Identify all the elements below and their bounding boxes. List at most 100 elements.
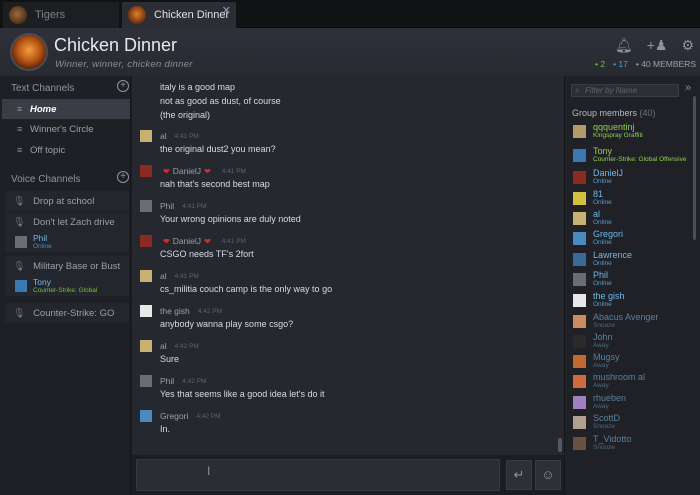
member-status: Away xyxy=(593,382,609,389)
message-author[interactable]: DanielJ xyxy=(173,166,201,176)
message-time: 4:42 PM xyxy=(197,307,222,315)
group-members-label: Group members xyxy=(572,108,638,118)
group-members-header: Group members (40) xyxy=(572,108,656,118)
voice-user-status: Online xyxy=(33,242,52,250)
voice-channels-label: Voice Channels xyxy=(11,174,81,185)
message-text: not as good as dust, of course xyxy=(160,96,281,106)
add-voice-channel-icon[interactable]: + xyxy=(117,171,129,183)
message-header: the gish 4:42 PM xyxy=(140,305,222,317)
member-status: Counter-Strike: Global Offensive xyxy=(593,156,687,163)
channel-off-topic[interactable]: ≡ Off topic xyxy=(2,140,130,160)
member-item[interactable]: mushroom al Away xyxy=(573,372,695,392)
voice-channel-label: Don't let Zach drive xyxy=(33,216,115,228)
member-item[interactable]: qqquentinj Kingspray Graffiti xyxy=(573,122,695,142)
tab-tigers[interactable]: Tigers xyxy=(3,2,119,28)
emoticon-icon[interactable]: ☺ xyxy=(535,460,561,490)
message-author[interactable]: Gregori xyxy=(160,411,188,421)
message-time: 4:41 PM xyxy=(182,202,207,210)
member-item[interactable]: DanielJ Online xyxy=(573,168,695,188)
message-text: In. xyxy=(160,424,171,434)
channel-icon: ≡ xyxy=(17,145,23,155)
message-author[interactable]: al xyxy=(160,131,167,141)
member-item[interactable]: Tony Counter-Strike: Global Offensive xyxy=(573,146,695,166)
avatar xyxy=(140,200,152,212)
member-status: Online xyxy=(593,219,612,226)
message-author[interactable]: al xyxy=(160,341,167,351)
message-author[interactable]: DanielJ xyxy=(173,236,201,246)
chat-scrollbar[interactable] xyxy=(558,438,562,452)
member-item[interactable]: 81 Online xyxy=(573,189,695,209)
avatar xyxy=(573,149,586,162)
message-text: the original dust2 you mean? xyxy=(160,144,276,154)
member-item[interactable]: ScottD Snooze xyxy=(573,413,695,433)
member-item[interactable]: the gish Online xyxy=(573,291,695,311)
close-icon[interactable]: ✕ xyxy=(222,4,231,17)
tab-chicken-dinner[interactable]: Chicken Dinner ✕ xyxy=(122,2,236,28)
avatar xyxy=(573,294,586,307)
member-status: Snooze xyxy=(593,322,616,329)
voice-channel-counter-strike-go[interactable]: 🎙︎ Counter-Strike: GO xyxy=(5,303,129,323)
voice-channel-label: Counter-Strike: GO xyxy=(33,307,115,319)
member-item[interactable]: Mugsy Away xyxy=(573,352,695,372)
channel-label: Home xyxy=(30,103,57,115)
channel-winners-circle[interactable]: ≡ Winner's Circle xyxy=(2,119,130,139)
heart-icon: ❤︎ xyxy=(204,236,211,246)
member-item[interactable]: T_Vidotto Snooze xyxy=(573,434,695,454)
member-name: Lawrence xyxy=(593,250,633,260)
voice-user[interactable]: Tony Counter-Strike: Global xyxy=(5,276,129,296)
channel-label: Winner's Circle xyxy=(30,123,94,135)
online-count: • 17 xyxy=(613,59,628,69)
message-author[interactable]: al xyxy=(160,271,167,281)
avatar xyxy=(140,410,152,422)
member-name: 81 xyxy=(593,189,604,199)
send-icon[interactable]: ↵ xyxy=(506,460,532,490)
bell-icon[interactable]: 🔔︎ xyxy=(615,37,633,54)
message-author[interactable]: Phil xyxy=(160,376,174,386)
voice-channel-drop-at-school[interactable]: 🎙︎ Drop at school xyxy=(5,191,129,211)
voice-channel-dont-let-zach-drive[interactable]: 🎙︎ Don't let Zach drive Phil Online xyxy=(5,212,129,252)
member-status: Online xyxy=(593,199,612,206)
add-friend-icon[interactable]: +♟ xyxy=(647,37,668,54)
member-item[interactable]: John Away xyxy=(573,332,695,352)
filter-input[interactable]: ⌕ Filter by Name xyxy=(571,84,679,97)
ingame-count: • 2 xyxy=(594,59,606,69)
voice-user[interactable]: Phil Online xyxy=(5,232,129,252)
member-status: Away xyxy=(593,342,609,349)
message-author[interactable]: the gish xyxy=(160,306,190,316)
avatar xyxy=(140,305,152,317)
member-item[interactable]: rhueben Away xyxy=(573,393,695,413)
add-text-channel-icon[interactable]: + xyxy=(117,80,129,92)
member-name: the gish xyxy=(593,291,625,301)
message-text: anybody wanna play some csgo? xyxy=(160,319,294,329)
message-text: Yes that seems like a good idea let's do… xyxy=(160,389,325,399)
member-item[interactable]: Phil Online xyxy=(573,270,695,290)
member-item[interactable]: al Online xyxy=(573,209,695,229)
avatar xyxy=(573,253,586,266)
member-status: Away xyxy=(593,403,609,410)
message-input[interactable] xyxy=(136,459,500,491)
member-item[interactable]: Gregori Online xyxy=(573,229,695,249)
text-cursor: I xyxy=(207,464,211,478)
message-text: CSGO needs TF's 2fort xyxy=(160,249,254,259)
heart-icon: ❤︎ xyxy=(163,236,170,246)
settings-icon[interactable]: ⚙︎ xyxy=(681,37,694,54)
avatar xyxy=(573,437,586,450)
group-title: Chicken Dinner xyxy=(54,35,178,55)
member-name: Tony xyxy=(593,146,613,156)
member-name: al xyxy=(593,209,601,219)
avatar xyxy=(573,232,586,245)
voice-user-status: Counter-Strike: Global xyxy=(33,286,98,294)
voice-channel-military-base[interactable]: 🎙︎ Military Base or Bust Tony Counter-Stri… xyxy=(5,256,129,296)
heart-icon: ❤︎ xyxy=(163,166,170,176)
filter-placeholder: Filter by Name xyxy=(585,86,638,95)
member-item[interactable]: Abacus Avenger Snooze xyxy=(573,312,695,332)
member-name: Abacus Avenger xyxy=(593,312,659,322)
voice-user-name: Phil xyxy=(33,232,48,243)
message-text: cs_militia couch camp is the only way to… xyxy=(160,284,333,294)
message-time: 4:41 PM xyxy=(174,272,199,280)
message-author[interactable]: Phil xyxy=(160,201,174,211)
collapse-icon[interactable]: » xyxy=(685,82,691,94)
channel-home[interactable]: ≡ Home xyxy=(2,99,130,119)
member-item[interactable]: Lawrence Online xyxy=(573,250,695,270)
message-time: 4:41 PM xyxy=(174,132,199,140)
